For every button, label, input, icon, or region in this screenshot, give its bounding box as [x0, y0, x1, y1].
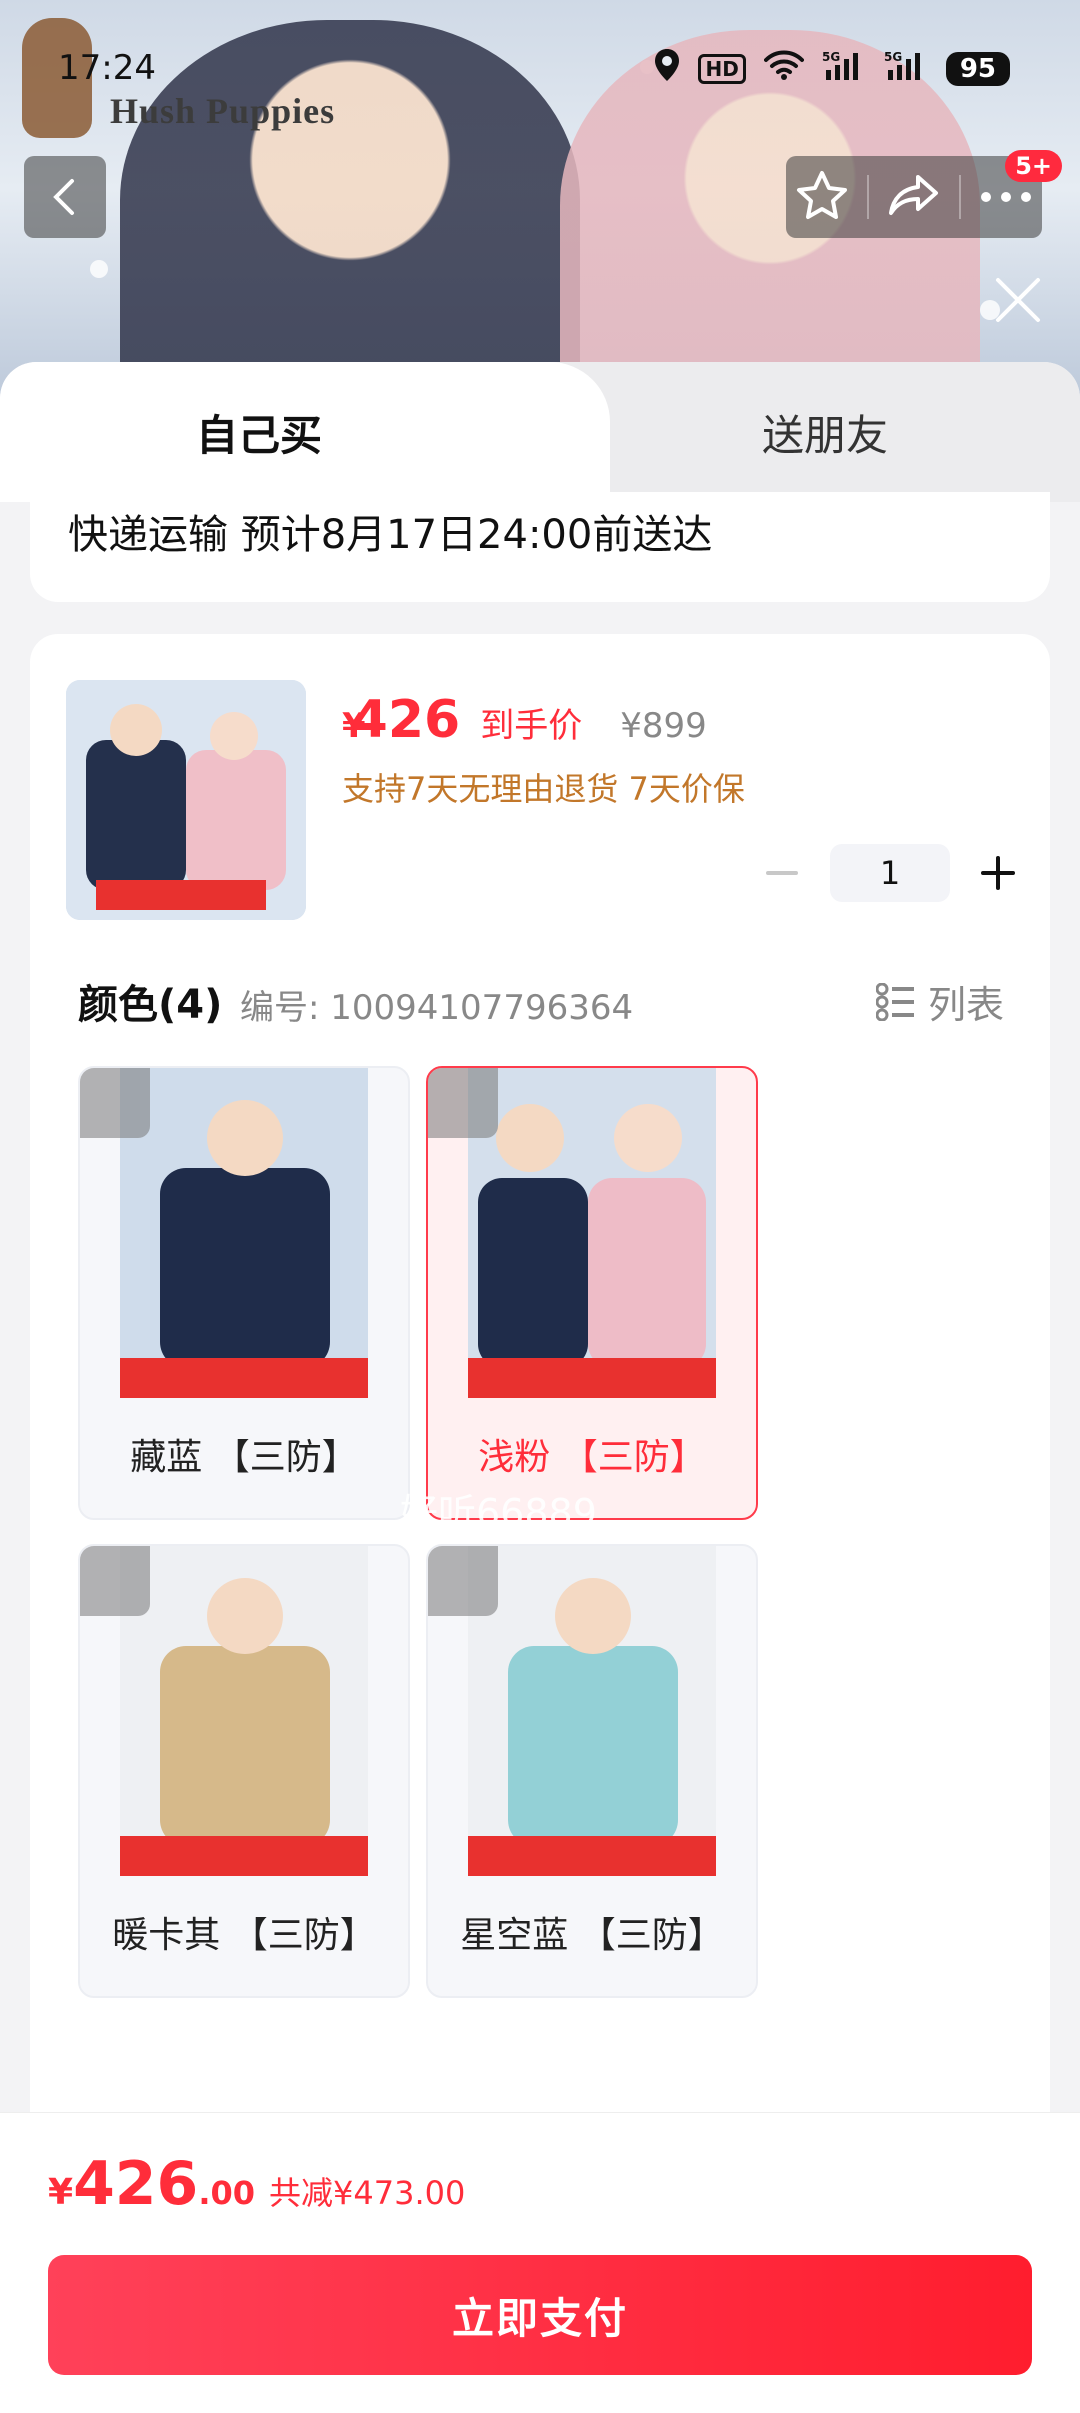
signal-icon-2: 5G — [884, 50, 928, 87]
color-section-title: 颜色(4) — [78, 982, 223, 1028]
color-option-label: 暖卡其 【三防】 — [112, 1915, 376, 1956]
pay-now-button[interactable]: 立即支付 — [48, 2255, 1032, 2375]
tab-buy-self-label[interactable]: 自己买 — [196, 402, 322, 463]
product-thumbnail[interactable] — [66, 680, 306, 920]
plus-icon — [981, 856, 1015, 890]
color-option-pink[interactable]: 浅粉 【三防】 — [426, 1066, 758, 1520]
total-currency: ¥ — [48, 2172, 74, 2213]
delivery-card: 快递运输 预计8月17日24:00前送达 — [30, 492, 1050, 602]
color-option-khaki[interactable]: 暖卡其 【三防】 — [78, 1544, 410, 1998]
sku-number: 编号: 10094107796364 — [240, 988, 634, 1028]
svg-text:5G: 5G — [822, 50, 840, 64]
color-option-navy[interactable]: 藏蓝 【三防】 — [78, 1066, 410, 1520]
top-actions — [786, 156, 1042, 238]
delivery-estimate: 快递运输 预计8月17日24:00前送达 — [68, 512, 713, 558]
expand-image-icon[interactable] — [80, 1546, 150, 1616]
minus-icon — [766, 871, 798, 875]
total-saving: 共减¥473.00 — [269, 2174, 466, 2212]
battery-indicator: 95 — [945, 51, 1010, 86]
expand-image-icon[interactable] — [428, 1068, 498, 1138]
svg-text:5G: 5G — [884, 50, 902, 64]
final-price: 426 — [351, 690, 461, 750]
original-price: ¥899 — [620, 706, 707, 746]
price-tag: 到手价 — [480, 706, 583, 746]
color-option-image — [468, 1546, 716, 1876]
total-price: ¥ 426 .00 共减¥473.00 — [48, 2149, 465, 2219]
purchase-tabs: 自己买 送朋友 — [0, 362, 1080, 502]
wifi-icon — [763, 50, 804, 87]
color-option-starry-blue[interactable]: 星空蓝 【三防】 — [426, 1544, 758, 1998]
hd-icon: HD — [698, 53, 746, 84]
color-option-label: 浅粉 【三防】 — [478, 1437, 706, 1478]
price-row: ¥426 到手价 ¥899 — [342, 690, 707, 750]
expand-image-icon[interactable] — [428, 1546, 498, 1616]
share-icon[interactable] — [888, 173, 940, 221]
location-icon — [654, 48, 680, 89]
color-option-image — [120, 1546, 368, 1876]
total-integer: 426 — [73, 2149, 199, 2219]
status-bar: 17:24 HD 5G 5G 95 — [0, 0, 1080, 140]
close-icon[interactable] — [988, 270, 1048, 330]
quantity-increase-button[interactable] — [976, 851, 1020, 895]
list-icon — [875, 982, 914, 1021]
total-decimal: .00 — [198, 2174, 255, 2212]
expand-image-icon[interactable] — [80, 1068, 150, 1138]
quantity-input[interactable]: 1 — [830, 844, 950, 902]
message-count-badge: 5+ — [1005, 150, 1062, 182]
tab-gift-friend-label[interactable]: 送朋友 — [762, 402, 888, 463]
list-view-toggle[interactable]: 列表 — [875, 974, 1004, 1029]
quantity-stepper: 1 — [760, 844, 1020, 902]
back-button[interactable] — [24, 156, 106, 238]
color-option-image — [468, 1068, 716, 1398]
more-icon[interactable] — [980, 188, 1032, 207]
watermark-text: 好听66889 — [400, 1491, 597, 1535]
guarantee-text: 支持7天无理由退货 7天价保 — [342, 770, 745, 808]
status-time: 17:24 — [58, 48, 156, 88]
color-option-label: 藏蓝 【三防】 — [130, 1437, 358, 1478]
quantity-decrease-button[interactable] — [760, 851, 804, 895]
color-option-label: 星空蓝 【三防】 — [460, 1915, 724, 1956]
list-view-label: 列表 — [927, 983, 1004, 1027]
color-option-image — [120, 1068, 368, 1398]
favorite-star-icon[interactable] — [796, 170, 848, 224]
purchase-sheet: 自己买 送朋友 快递运输 预计8月17日24:00前送达 ¥426 到手价 ¥8… — [0, 362, 1080, 2412]
checkout-bar: ¥ 426 .00 共减¥473.00 立即支付 — [0, 2112, 1080, 2413]
chevron-left-icon — [53, 179, 74, 215]
signal-icon: 5G — [822, 50, 866, 87]
